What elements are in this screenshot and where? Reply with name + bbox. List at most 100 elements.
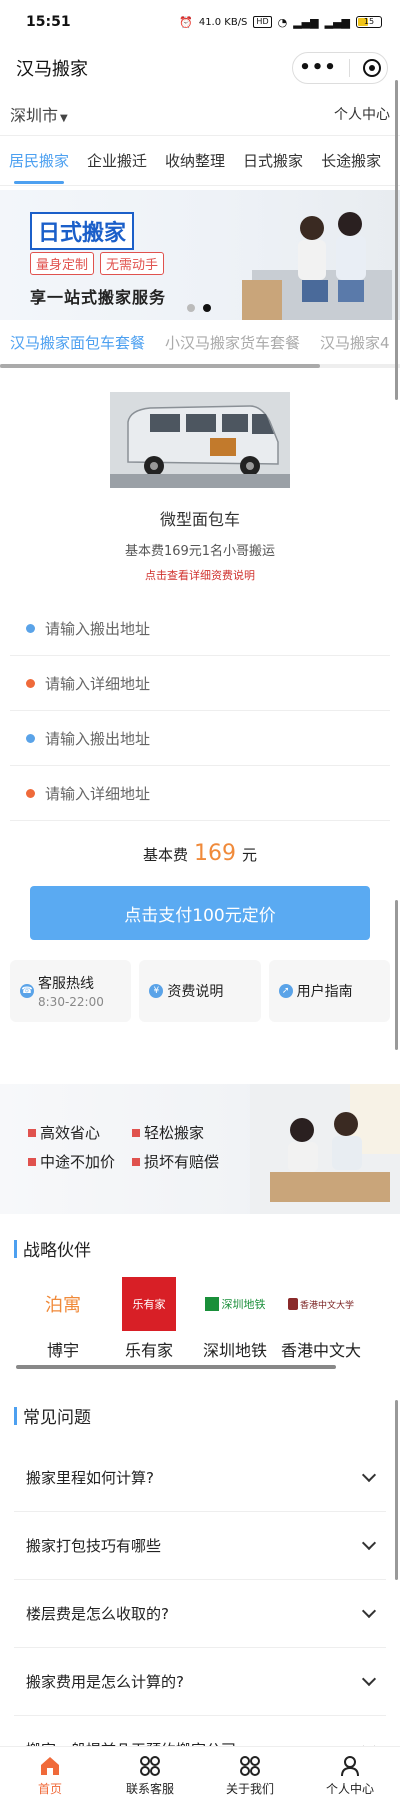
package-tab-truck[interactable]: 小汉马搬家货车套餐 — [155, 332, 310, 353]
city-name: 深圳市 — [10, 105, 59, 125]
banner-subtitle: 享一站式搬家服务 — [30, 288, 167, 307]
faq-question: 楼层费是怎么收取的? — [26, 1605, 169, 1623]
nav-bar: 汉马搬家 ••• — [0, 44, 400, 92]
pay-deposit-button[interactable]: 点击支付100元定价 — [30, 886, 370, 940]
red-square-icon — [28, 1157, 36, 1166]
compass-icon: ➚ — [278, 984, 293, 998]
address-field-from-2[interactable]: 请输入搬出地址 — [10, 711, 390, 766]
partners-list: 泊寓 博宇 乐有家 乐有家 深圳地铁 深圳地铁 香港中文大学 香港中文大 — [0, 1277, 400, 1361]
partner-name: 博宇 — [46, 1341, 79, 1360]
address-list: 请输入搬出地址 请输入详细地址 请输入搬出地址 请输入详细地址 — [10, 601, 390, 821]
tabbar-contact[interactable]: 联系客服 — [100, 1747, 200, 1804]
phone-icon: ☎ — [20, 984, 34, 998]
status-time: 15:51 — [26, 14, 71, 30]
tab-residential[interactable]: 居民搬家 — [0, 136, 78, 185]
section-bar — [14, 1406, 17, 1425]
tab-japanese[interactable]: 日式搬家 — [234, 136, 312, 185]
page-scrollbar-top[interactable] — [395, 80, 398, 400]
personal-center-link[interactable]: 个人中心 — [334, 104, 390, 124]
promo-features: 高效省心 轻松搬家 中途不加价 损坏有赔偿 — [28, 1122, 242, 1172]
leyoujia-logo-text: 乐有家 — [132, 1298, 166, 1311]
vehicle-card: 微型面包车 基本费169元1名小哥搬运 点击查看详细资费说明 — [0, 368, 400, 583]
faq-item[interactable]: 搬家里程如何计算? — [14, 1444, 386, 1512]
partner-logo: 深圳地铁 — [192, 1277, 278, 1331]
fee-info-label: 资费说明 — [167, 984, 224, 1000]
promo-people-image — [250, 1084, 400, 1214]
status-icons: ⏰ 41.0 KB/S HD ◔ ▂▄▆ ▂▄▆ 15 — [179, 16, 382, 29]
status-bar: 15:51 ⏰ 41.0 KB/S HD ◔ ▂▄▆ ▂▄▆ 15 — [0, 0, 400, 44]
partner-item[interactable]: 深圳地铁 深圳地铁 — [192, 1277, 278, 1361]
hotline-button[interactable]: ☎ 客服热线 8:30-22:00 — [10, 960, 132, 1022]
signal-icon: ▂▄▆ — [293, 15, 319, 29]
fee-details-link[interactable]: 点击查看详细资费说明 — [0, 567, 400, 583]
cuhk-crest-icon — [287, 1298, 298, 1310]
van-image — [110, 392, 290, 488]
section-bar — [14, 1239, 17, 1258]
tabbar-label: 关于我们 — [225, 1781, 274, 1796]
package-tab-more[interactable]: 汉马搬家4 — [310, 332, 400, 353]
service-shortcuts: ☎ 客服热线 8:30-22:00 ¥ 资费说明 ➚ 用户指南 — [0, 960, 400, 1022]
van-illustration — [110, 392, 290, 488]
partner-item[interactable]: 乐有家 乐有家 — [106, 1277, 192, 1361]
promo-text: 中途不加价 — [40, 1153, 116, 1171]
banner-title: 日式搬家 — [30, 212, 135, 250]
tab-long-distance[interactable]: 长途搬家 — [312, 136, 390, 185]
fee-info-button[interactable]: ¥ 资费说明 — [139, 960, 261, 1022]
partner-logo: 泊寓 — [20, 1277, 106, 1331]
metro-mark-icon — [204, 1297, 219, 1311]
page-scrollbar-bottom[interactable] — [395, 1400, 398, 1580]
banner-dot-active[interactable] — [203, 304, 211, 312]
banner[interactable]: 日式搬家 量身定制 无需动手 享一站式搬家服务 — [0, 190, 400, 320]
battery-level: 15 — [363, 17, 375, 26]
address-field-detail-2[interactable]: 请输入详细地址 — [10, 766, 390, 821]
grid-icon — [140, 1755, 160, 1776]
yen-icon: ¥ — [149, 984, 164, 998]
banner-tags: 量身定制 无需动手 — [30, 252, 165, 275]
page-scrollbar-mid[interactable] — [395, 900, 398, 1050]
faq-section-title: 常见问题 — [14, 1403, 400, 1428]
user-guide-button[interactable]: ➚ 用户指南 — [268, 960, 390, 1022]
tab-storage[interactable]: 收纳整理 — [156, 136, 234, 185]
grid-icon — [240, 1755, 260, 1776]
tabbar-profile[interactable]: 个人中心 — [300, 1747, 400, 1804]
vehicle-description: 基本费169元1名小哥搬运 — [124, 544, 276, 559]
promo-text: 损坏有赔偿 — [144, 1153, 220, 1171]
red-square-icon — [28, 1128, 36, 1137]
package-scrollbar[interactable] — [0, 364, 400, 368]
faq-list: 搬家里程如何计算? 搬家打包技巧有哪些 楼层费是怎么收取的? 搬家费用是怎么计算… — [14, 1444, 386, 1784]
alarm-icon: ⏰ — [179, 15, 193, 29]
faq-item[interactable]: 搬家费用是怎么计算的? — [14, 1648, 386, 1716]
battery-icon: 15 — [356, 16, 382, 28]
hd-badge: HD — [253, 16, 272, 28]
address-field-from[interactable]: 请输入搬出地址 — [10, 601, 390, 656]
hotline-label: 客服热线 — [38, 976, 94, 992]
partner-item[interactable]: 泊寓 博宇 — [20, 1277, 106, 1361]
banner-tag: 量身定制 — [30, 252, 95, 275]
address-placeholder: 请输入搬出地址 — [45, 729, 151, 748]
target-close-icon[interactable] — [362, 59, 381, 77]
package-scrollbar-thumb[interactable] — [0, 364, 320, 368]
tabbar-home[interactable]: 首页 — [0, 1747, 100, 1804]
city-selector[interactable]: 深圳市 ▼ — [10, 102, 68, 126]
orange-dot-icon — [26, 788, 35, 798]
faq-question: 搬家费用是怎么计算的? — [26, 1673, 184, 1691]
tabbar-label: 首页 — [37, 1781, 62, 1796]
partner-name: 乐有家 — [124, 1341, 173, 1360]
address-placeholder: 请输入搬出地址 — [45, 619, 151, 638]
more-dots-icon[interactable]: ••• — [299, 59, 337, 77]
price-amount: 169 — [194, 841, 236, 866]
tabbar-label: 个人中心 — [325, 1781, 374, 1796]
partners-scrollbar[interactable] — [16, 1365, 336, 1369]
home-icon — [41, 1756, 59, 1775]
banner-dot[interactable] — [187, 304, 195, 312]
banner-people-image — [242, 212, 392, 320]
partner-item[interactable]: 香港中文大学 香港中文大 — [278, 1277, 364, 1361]
tabbar-about[interactable]: 关于我们 — [200, 1747, 300, 1804]
address-field-detail[interactable]: 请输入详细地址 — [10, 656, 390, 711]
faq-item[interactable]: 楼层费是怎么收取的? — [14, 1580, 386, 1648]
faq-item[interactable]: 搬家打包技巧有哪些 — [14, 1512, 386, 1580]
promo-text: 轻松搬家 — [144, 1124, 205, 1142]
package-tab-van[interactable]: 汉马搬家面包车套餐 — [0, 332, 155, 353]
faq-question: 搬家打包技巧有哪些 — [26, 1537, 162, 1555]
tab-enterprise[interactable]: 企业搬迁 — [78, 136, 156, 185]
